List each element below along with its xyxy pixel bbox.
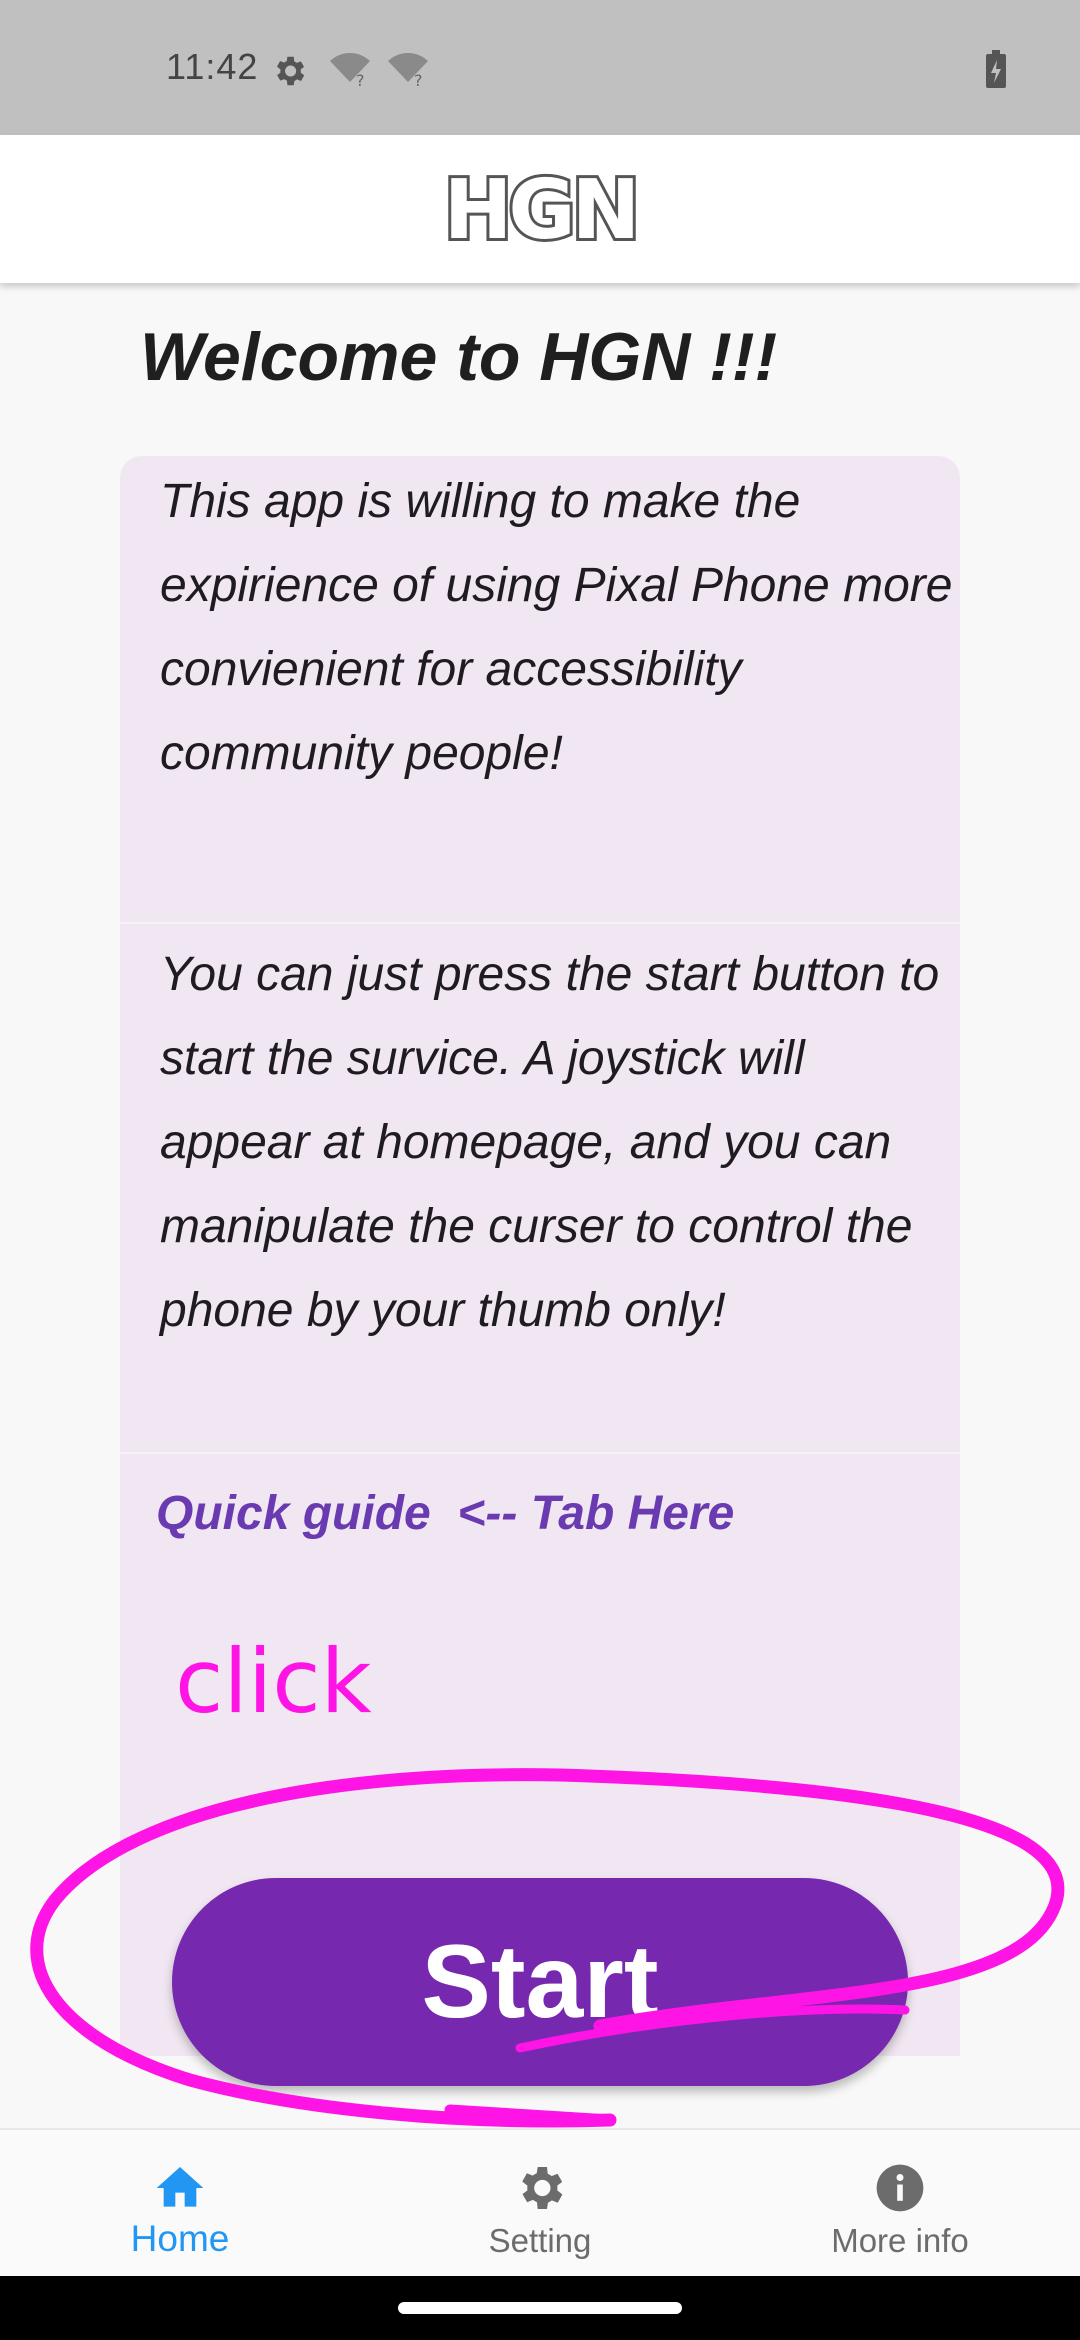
nav-item-home[interactable]: Home: [0, 2130, 360, 2278]
card-divider: [120, 1452, 960, 1454]
bottom-nav: Home Setting More info: [0, 2128, 1080, 2278]
svg-text:?: ?: [414, 71, 423, 88]
nav-item-more-info[interactable]: More info: [720, 2130, 1080, 2278]
svg-text:?: ?: [356, 71, 365, 88]
nav-label-more-info: More info: [831, 2222, 969, 2259]
app-bar: HGN: [0, 135, 1080, 283]
info-icon: [876, 2164, 924, 2212]
status-bar: 11:42 ? ?: [0, 0, 1080, 135]
nav-item-setting[interactable]: Setting: [360, 2130, 720, 2278]
card-divider: [120, 922, 960, 924]
page-title: Welcome to HGN !!!: [140, 319, 778, 395]
quick-guide-link[interactable]: Quick guide <-- Tab Here: [156, 1486, 734, 1541]
wifi-unknown-icon: ?: [328, 52, 372, 93]
home-icon: [156, 2167, 204, 2207]
click-annotation: click: [175, 1630, 372, 1733]
wifi-unknown-icon: ?: [386, 52, 430, 93]
gear-icon: [270, 52, 308, 95]
intro-text: This app is willing to make the expirien…: [160, 475, 953, 780]
battery-charging-icon: [985, 50, 1007, 93]
app-logo: HGN: [441, 160, 644, 261]
system-nav-bar: [0, 2276, 1080, 2340]
nav-label-setting: Setting: [488, 2222, 592, 2259]
nav-label-home: Home: [130, 2218, 230, 2259]
info-card: This app is willing to make the expirien…: [120, 456, 960, 2056]
status-time: 11:42: [166, 46, 259, 87]
start-button[interactable]: Start: [172, 1878, 908, 2086]
gear-icon: [522, 2167, 563, 2209]
instructions-text: You can just press the start button to s…: [160, 948, 940, 1337]
home-gesture-handle[interactable]: [398, 2302, 682, 2314]
